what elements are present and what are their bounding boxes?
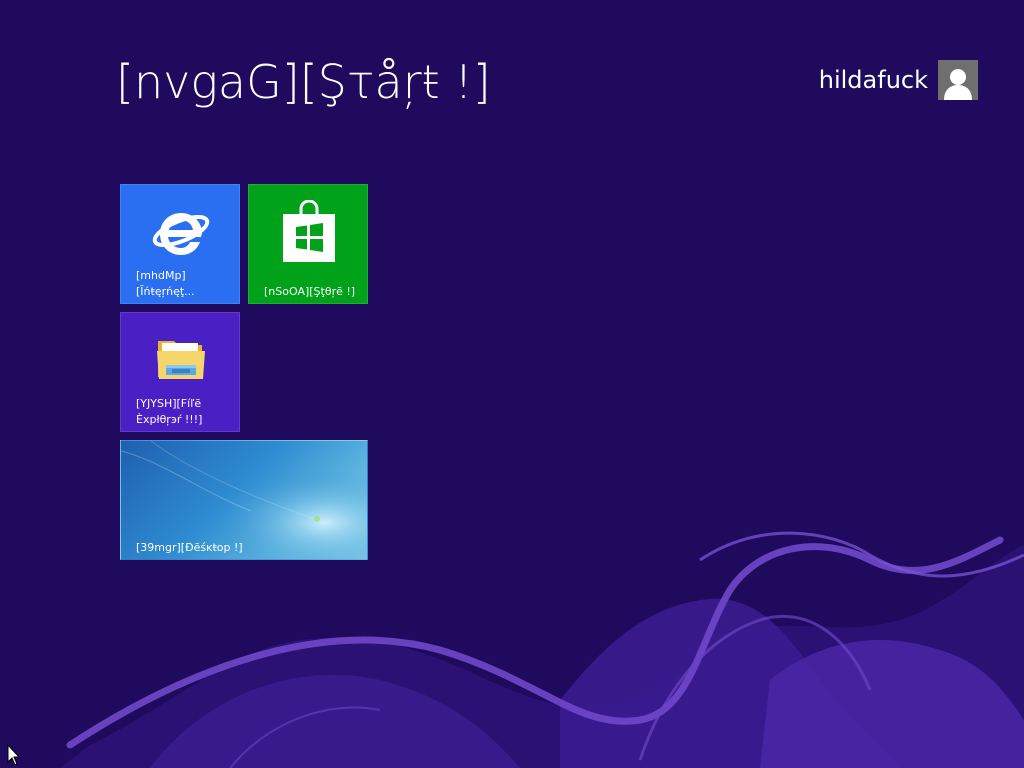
folder-icon bbox=[157, 341, 205, 379]
person-icon bbox=[944, 69, 972, 100]
user-account[interactable]: hildafuck bbox=[819, 59, 978, 101]
tile-label: [YJYSH][Fíľē Èxpłθŗэŕ !!!] bbox=[136, 397, 203, 426]
tile-label: [mhdMp] [Ĭńŧęŗńęţ... bbox=[136, 269, 195, 298]
tile-label: [nSoOA][Şţθŗē !] bbox=[264, 285, 356, 298]
user-name: hildafuck bbox=[818, 66, 928, 94]
tile-desktop[interactable]: [39mgr][Ðēśĸŧop !] bbox=[120, 440, 368, 560]
user-avatar[interactable] bbox=[938, 60, 978, 100]
page-title: [nvgaG][Şτåŗŧ !] bbox=[116, 55, 491, 109]
store-bag-icon bbox=[283, 200, 335, 262]
tile-file-explorer[interactable]: [YJYSH][Fíľē Èxpłθŗэŕ !!!] bbox=[120, 312, 240, 432]
tile-store[interactable]: [nSoOA][Şţθŗē !] bbox=[248, 184, 368, 304]
internet-explorer-icon bbox=[152, 213, 210, 255]
tile-label: [39mgr][Ðēśĸŧop !] bbox=[136, 541, 243, 554]
tile-internet-explorer[interactable]: [mhdMp] [Ĭńŧęŗńęţ... bbox=[120, 184, 240, 304]
mouse-pointer-icon bbox=[7, 744, 21, 766]
